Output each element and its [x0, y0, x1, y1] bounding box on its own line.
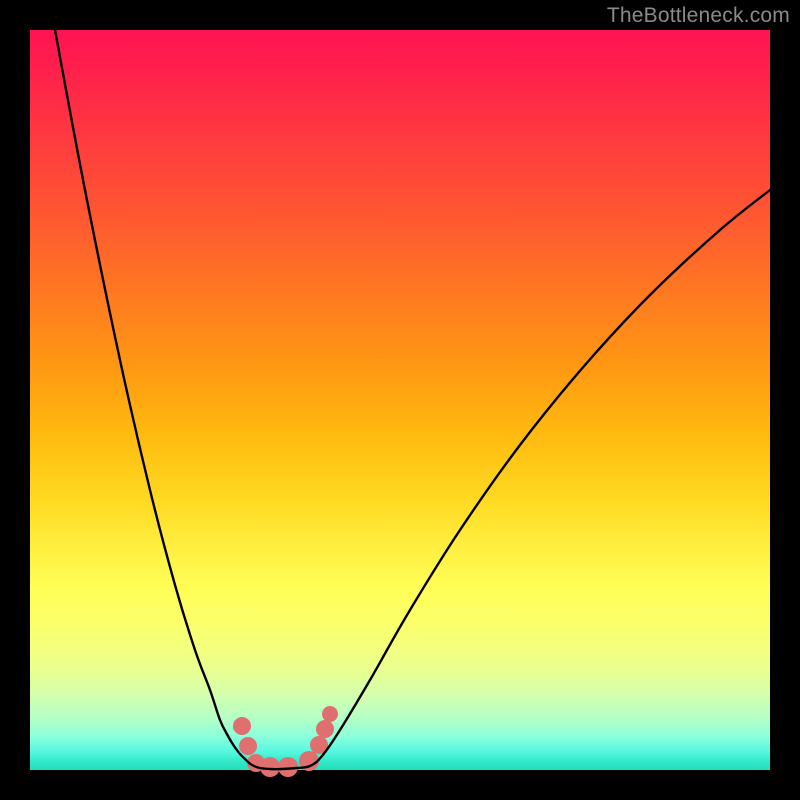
data-marker [233, 717, 251, 735]
chart-stage: TheBottleneck.com [0, 0, 800, 800]
data-marker [316, 720, 334, 738]
plot-area [30, 30, 770, 770]
data-marker [322, 706, 338, 722]
watermark-text: TheBottleneck.com [607, 4, 790, 28]
curve-svg [30, 30, 770, 770]
data-marker [260, 757, 280, 777]
bottleneck-curve [55, 30, 770, 769]
marker-group [233, 706, 338, 777]
data-marker [239, 737, 257, 755]
